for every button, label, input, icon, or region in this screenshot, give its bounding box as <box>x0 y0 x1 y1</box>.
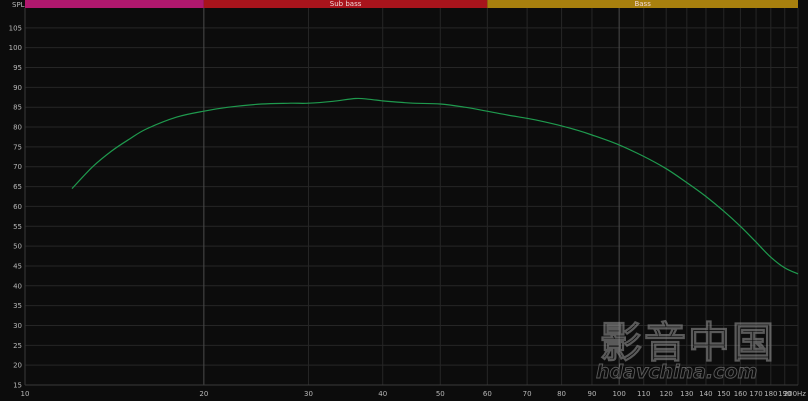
y-tick-15: 15 <box>13 382 22 390</box>
y-tick-75: 75 <box>13 143 22 151</box>
x-tick-160: 160 <box>734 390 747 398</box>
y-tick-85: 85 <box>13 104 22 112</box>
x-tick-40: 40 <box>378 390 387 398</box>
y-tick-35: 35 <box>13 302 22 310</box>
x-tick-120: 120 <box>660 390 673 398</box>
x-tick-150: 150 <box>717 390 730 398</box>
x-tick-50: 50 <box>436 390 445 398</box>
y-tick-100: 100 <box>9 44 22 52</box>
watermark-url: hdavchina.com <box>596 361 757 383</box>
x-tick-170: 170 <box>749 390 762 398</box>
y-tick-105: 105 <box>9 24 22 32</box>
frequency-response-chart: Sub bass Bass 15 20 25 30 35 40 45 50 55 60 65 70 75 8… <box>0 0 808 401</box>
y-tick-60: 60 <box>13 203 22 211</box>
x-tick-100: 100 <box>612 390 625 398</box>
x-tick-20: 20 <box>199 390 208 398</box>
y-tick-65: 65 <box>13 183 22 191</box>
y-tick-20: 20 <box>13 362 22 370</box>
y-tick-95: 95 <box>13 64 22 72</box>
band-label-2: Bass <box>634 0 651 8</box>
y-tick-30: 30 <box>13 322 22 330</box>
watermark-logo-text: 影音中国 <box>600 318 776 367</box>
x-tick-200: 200Hz <box>784 390 807 398</box>
x-tick-10: 10 <box>21 390 30 398</box>
x-tick-180: 180 <box>764 390 777 398</box>
x-tick-60: 60 <box>483 390 492 398</box>
band-label-1: Sub bass <box>330 0 362 8</box>
y-tick-45: 45 <box>13 262 22 270</box>
y-tick-55: 55 <box>13 223 22 231</box>
x-tick-30: 30 <box>304 390 313 398</box>
x-tick-140: 140 <box>699 390 712 398</box>
x-tick-90: 90 <box>587 390 596 398</box>
frequency-bands: Sub bass Bass <box>25 0 798 8</box>
y-axis-label: SPL <box>12 1 25 9</box>
y-tick-50: 50 <box>13 243 22 251</box>
y-tick-40: 40 <box>13 282 22 290</box>
y-tick-90: 90 <box>13 84 22 92</box>
y-tick-80: 80 <box>13 124 22 132</box>
band-0 <box>25 0 204 8</box>
x-tick-80: 80 <box>557 390 566 398</box>
x-tick-70: 70 <box>523 390 532 398</box>
y-tick-70: 70 <box>13 163 22 171</box>
y-tick-25: 25 <box>13 342 22 350</box>
watermark-logo: 影音中国 hdavchina.com <box>596 318 776 384</box>
x-tick-110: 110 <box>637 390 650 398</box>
x-tick-130: 130 <box>680 390 693 398</box>
